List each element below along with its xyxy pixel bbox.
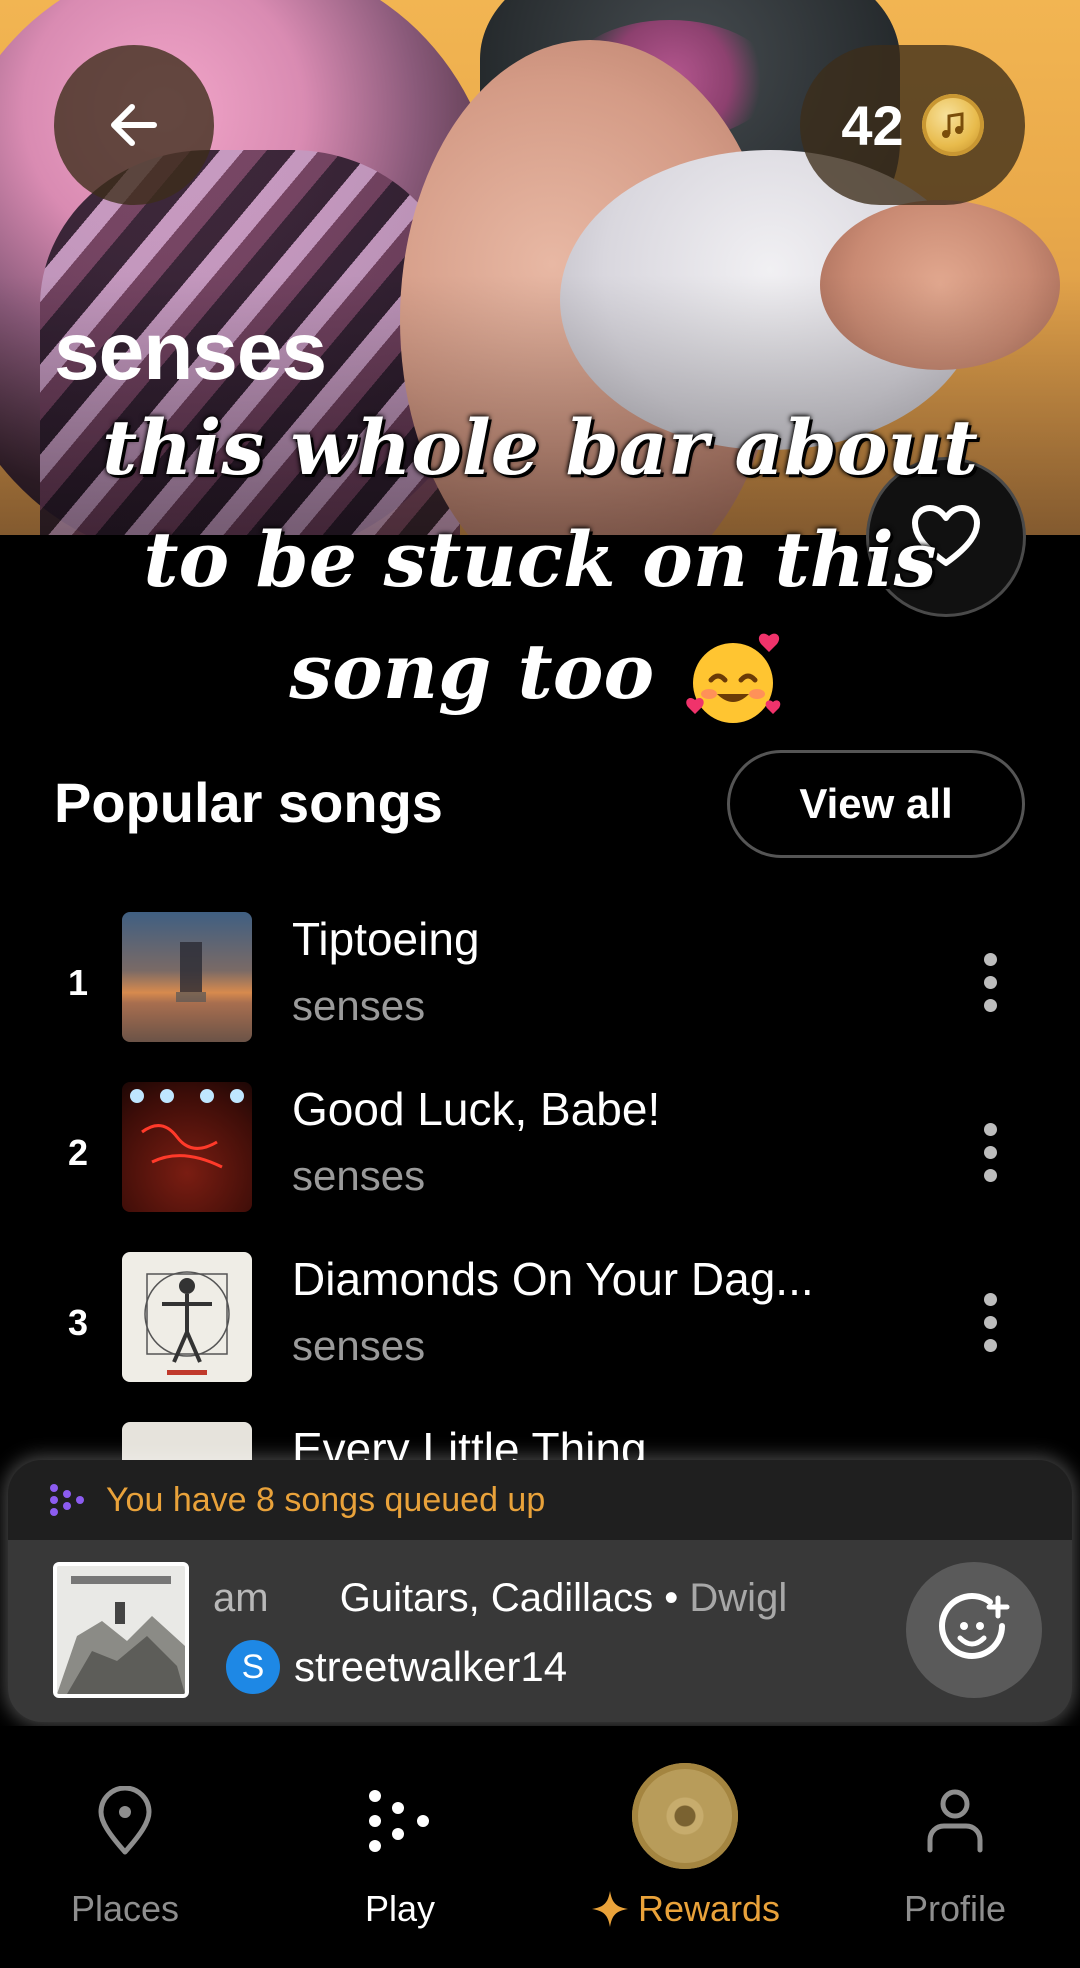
play-dots-icon (369, 1790, 429, 1852)
react-button[interactable] (906, 1562, 1042, 1698)
song-rank: 1 (68, 962, 89, 1003)
coin-count: 42 (841, 93, 904, 157)
now-playing-art (53, 1562, 189, 1698)
queue-dots-icon (50, 1484, 84, 1516)
caption-line-1: this whole bar about (102, 403, 978, 492)
artist-title: senses (54, 306, 327, 397)
nav-play-label: Play (364, 1888, 436, 1929)
caption-line-2: to be stuck on this (143, 515, 937, 604)
song-artist: senses (292, 1322, 426, 1369)
smiley-plus-icon (939, 1593, 1010, 1659)
queue-message: You have 8 songs queued up (106, 1480, 546, 1519)
song-row[interactable]: 2 Good Luck, Babe! senses (0, 1082, 1080, 1232)
caption-line-3: song too (289, 627, 655, 716)
queued-by-user[interactable]: streetwalker14 (294, 1643, 567, 1691)
song-artist: senses (292, 982, 426, 1029)
song-rank: 2 (68, 1132, 89, 1173)
nav-rewards-label: Rewards (637, 1888, 781, 1929)
nav-places-label: Places (70, 1888, 180, 1929)
nav-play[interactable]: Play (320, 1726, 480, 1968)
nav-profile-label: Profile (903, 1888, 1007, 1929)
coin-balance[interactable]: 42 (800, 45, 1025, 205)
album-art (122, 912, 252, 1042)
sparkle-icon (591, 1891, 628, 1927)
song-artist: senses (292, 1152, 426, 1199)
nav-profile[interactable]: Profile (870, 1726, 1040, 1968)
queue-card[interactable]: You have 8 songs queued up am Guitars, C… (8, 1460, 1072, 1722)
map-pin-icon (98, 1786, 152, 1855)
user-avatar: S (226, 1640, 280, 1694)
song-rank: 3 (68, 1302, 89, 1343)
more-options-icon[interactable] (960, 1282, 1020, 1362)
previous-song-fragment: am (213, 1576, 269, 1620)
song-title: Tiptoeing (292, 913, 480, 965)
section-title: Popular songs (54, 771, 443, 834)
back-button[interactable] (54, 45, 214, 205)
album-art (122, 1252, 252, 1382)
album-art (122, 1082, 252, 1212)
song-row[interactable]: 3 Diamonds On Your Dag... senses (0, 1252, 1080, 1402)
more-options-icon[interactable] (960, 1112, 1020, 1192)
song-title: Diamonds On Your Dag... (292, 1253, 814, 1305)
queue-banner[interactable]: You have 8 songs queued up (8, 1460, 1072, 1540)
gold-record-icon (632, 1763, 738, 1869)
bottom-navigation: Places Play Rewards Profile (0, 1726, 1080, 1968)
arrow-left-icon (111, 104, 157, 146)
now-playing[interactable]: am Guitars, Cadillacs • Dwigl S streetwa… (8, 1540, 1072, 1722)
now-playing-artist: Dwigl (689, 1576, 788, 1620)
person-icon (927, 1789, 983, 1853)
title-separator: • (664, 1576, 679, 1620)
nav-places[interactable]: Places (40, 1726, 210, 1968)
smiling-face-with-hearts-icon (685, 633, 780, 723)
overlay-caption: this whole bar about to be stuck on this… (30, 392, 1050, 728)
nav-rewards[interactable]: Rewards (570, 1726, 800, 1968)
song-title: Good Luck, Babe! (292, 1083, 661, 1135)
music-coin-icon (921, 94, 984, 156)
more-options-icon[interactable] (960, 942, 1020, 1022)
view-all-button[interactable]: View all (727, 750, 1025, 858)
now-playing-title: Guitars, Cadillacs (339, 1576, 654, 1620)
song-row[interactable]: 1 Tiptoeing senses (0, 912, 1080, 1062)
